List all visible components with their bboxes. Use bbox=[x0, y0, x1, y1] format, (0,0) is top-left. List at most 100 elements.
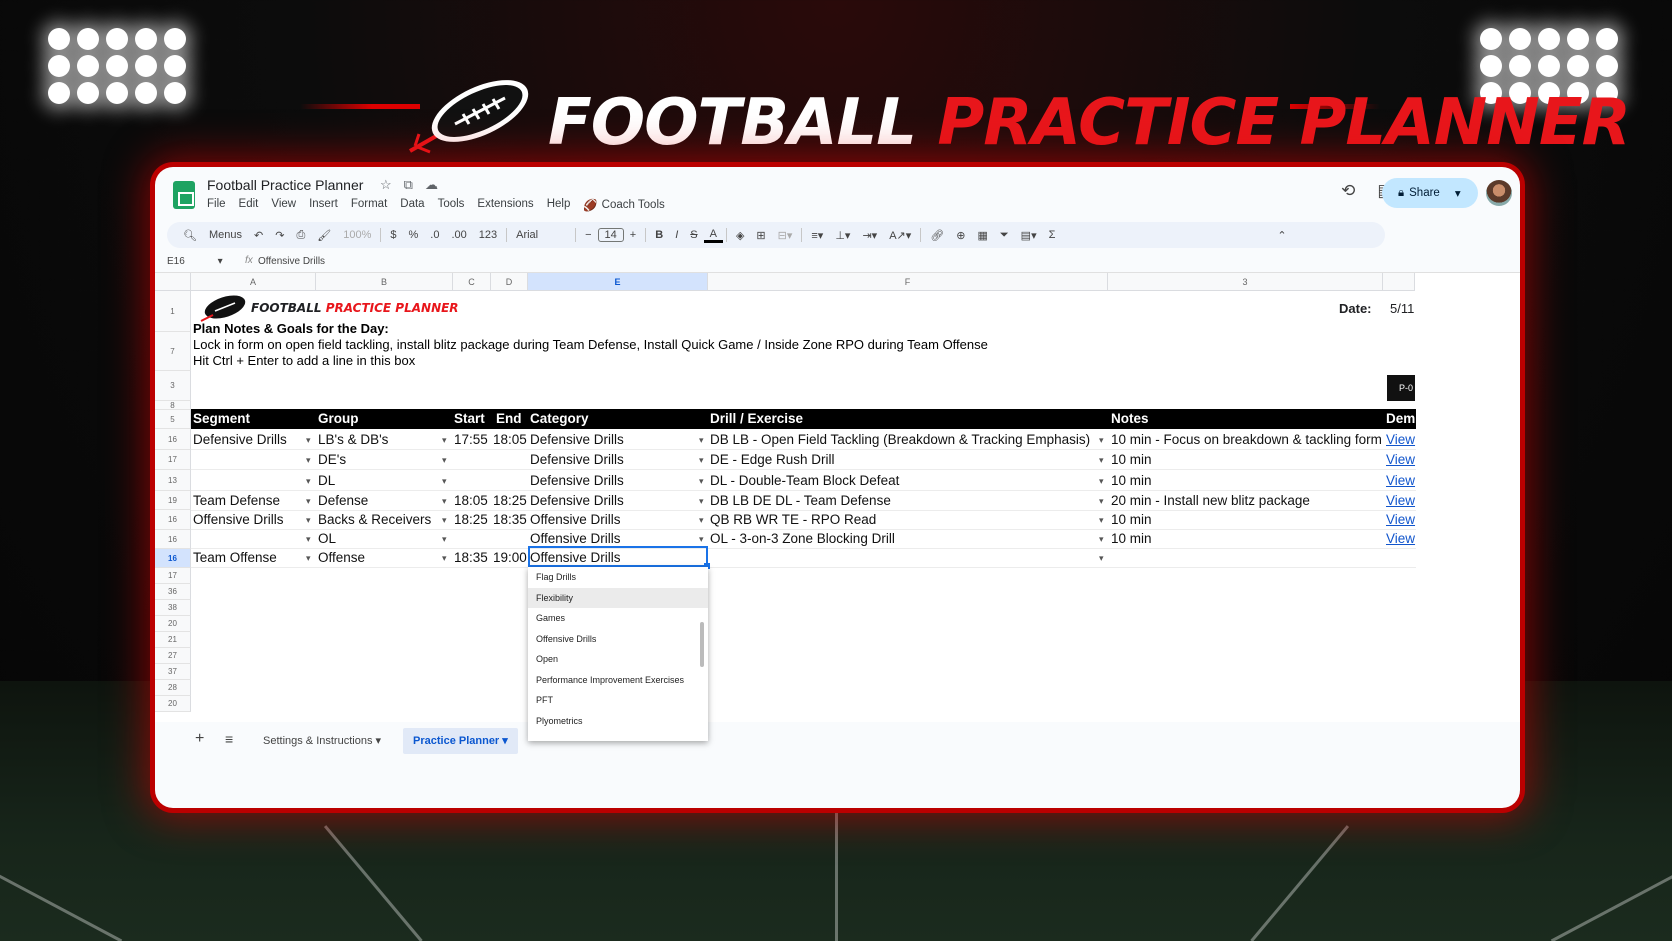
row-header[interactable]: 21 bbox=[155, 632, 191, 648]
chevron-down-icon[interactable]: ▾ bbox=[442, 496, 447, 507]
cell-drill[interactable]: DB LB DE DL - Team Defense bbox=[710, 493, 891, 508]
cell-group[interactable]: OL bbox=[318, 531, 336, 546]
chevron-down-icon[interactable]: ▾ bbox=[1099, 534, 1104, 545]
formula-input[interactable]: Offensive Drills bbox=[258, 256, 325, 267]
view-link[interactable]: View bbox=[1386, 473, 1415, 488]
row-header[interactable]: 37 bbox=[155, 664, 191, 680]
cell-start[interactable]: 18:25 bbox=[454, 512, 488, 527]
paint-format-icon[interactable]: 🖌︎ bbox=[311, 229, 337, 242]
menu-insert[interactable]: Insert bbox=[309, 198, 338, 212]
row-header[interactable]: 16 bbox=[155, 510, 191, 530]
cell-segment[interactable]: Team Defense bbox=[193, 493, 280, 508]
share-button[interactable]: 🔒︎ Share ▾ bbox=[1382, 178, 1478, 208]
cell-segment[interactable]: Offensive Drills bbox=[193, 512, 284, 527]
redo-icon[interactable]: ↷ bbox=[269, 229, 290, 242]
print-icon[interactable]: ⎙ bbox=[290, 229, 311, 242]
row-header[interactable]: 16 bbox=[155, 429, 191, 450]
chevron-down-icon[interactable]: ▾ bbox=[1099, 455, 1104, 466]
chevron-down-icon[interactable]: ▾ bbox=[442, 476, 447, 487]
italic-button[interactable]: I bbox=[669, 229, 684, 241]
increase-decimal-button[interactable]: .00 bbox=[445, 229, 472, 241]
dropdown-scrollbar[interactable] bbox=[700, 622, 704, 667]
cell-notes[interactable]: 10 min bbox=[1111, 531, 1152, 546]
cell-category[interactable]: Offensive Drills bbox=[530, 531, 621, 546]
row-header[interactable]: 20 bbox=[155, 616, 191, 632]
strikethrough-button[interactable]: S bbox=[684, 229, 703, 241]
cell-end[interactable]: 18:35 bbox=[493, 512, 527, 527]
cell-notes[interactable]: 20 min - Install new blitz package bbox=[1111, 493, 1310, 508]
plus-icon[interactable]: + bbox=[624, 229, 642, 241]
cell-drill[interactable]: DL - Double-Team Block Defeat bbox=[710, 473, 899, 488]
filter-icon[interactable]: ⏷ bbox=[994, 229, 1015, 242]
currency-button[interactable]: $ bbox=[384, 229, 402, 241]
chevron-down-icon[interactable]: ▾ bbox=[218, 256, 223, 267]
all-sheets-icon[interactable]: ≡ bbox=[225, 731, 233, 747]
link-icon[interactable]: 🔗︎ bbox=[924, 229, 950, 242]
menu-data[interactable]: Data bbox=[400, 198, 424, 212]
dropdown-option[interactable]: Flexibility bbox=[528, 587, 708, 608]
avatar[interactable] bbox=[1486, 180, 1512, 206]
cell-category[interactable]: Defensive Drills bbox=[530, 432, 624, 447]
cell-end[interactable]: 18:25 bbox=[493, 493, 527, 508]
menu-edit[interactable]: Edit bbox=[239, 198, 259, 212]
row-header[interactable]: 27 bbox=[155, 648, 191, 664]
zoom-select[interactable]: 100% bbox=[337, 229, 377, 241]
row-header[interactable]: 7 bbox=[155, 332, 191, 371]
number-format-button[interactable]: 123 bbox=[473, 229, 503, 241]
column-header-b[interactable]: B bbox=[316, 273, 453, 291]
column-header-h[interactable] bbox=[1383, 273, 1415, 291]
chevron-down-icon[interactable]: ▾ bbox=[1099, 515, 1104, 526]
sheets-logo-icon[interactable] bbox=[173, 181, 195, 209]
collapse-toolbar-icon[interactable]: ⌃ bbox=[1271, 229, 1292, 242]
dropdown-option[interactable]: Plyometrics bbox=[528, 711, 708, 732]
chevron-down-icon[interactable]: ▾ bbox=[306, 435, 311, 446]
row-header[interactable]: 1 bbox=[155, 291, 191, 332]
cell-start[interactable]: 17:55 bbox=[454, 432, 488, 447]
column-header-c[interactable]: C bbox=[453, 273, 491, 291]
cell-group[interactable]: Offense bbox=[318, 550, 365, 565]
chevron-down-icon[interactable]: ▾ bbox=[699, 515, 704, 526]
menu-view[interactable]: View bbox=[271, 198, 296, 212]
column-header-g[interactable]: 3 bbox=[1108, 273, 1383, 291]
chevron-down-icon[interactable]: ▾ bbox=[502, 735, 508, 747]
dropdown-option[interactable]: Offensive Drills bbox=[528, 629, 708, 650]
percent-button[interactable]: % bbox=[402, 229, 424, 241]
tab-practice-planner[interactable]: Practice Planner ▾ bbox=[403, 728, 518, 754]
chevron-down-icon[interactable]: ▾ bbox=[1099, 435, 1104, 446]
undo-icon[interactable]: ↶ bbox=[248, 229, 269, 242]
cell-drill[interactable]: DE - Edge Rush Drill bbox=[710, 452, 835, 467]
cell-drill[interactable]: QB RB WR TE - RPO Read bbox=[710, 512, 876, 527]
cell-notes[interactable]: 10 min bbox=[1111, 512, 1152, 527]
dropdown-option[interactable]: Open bbox=[528, 649, 708, 670]
cloud-status-icon[interactable]: ☁ bbox=[425, 177, 438, 193]
view-link[interactable]: View bbox=[1386, 432, 1415, 447]
menu-file[interactable]: File bbox=[207, 198, 226, 212]
chevron-down-icon[interactable]: ▾ bbox=[1455, 186, 1461, 200]
row-header[interactable]: 36 bbox=[155, 584, 191, 600]
dropdown-option[interactable]: Flag Drills bbox=[528, 567, 708, 588]
cell-group[interactable]: DE's bbox=[318, 452, 346, 467]
bold-button[interactable]: B bbox=[649, 229, 669, 241]
cell-notes[interactable]: 10 min bbox=[1111, 473, 1152, 488]
chevron-down-icon[interactable]: ▾ bbox=[699, 534, 704, 545]
chevron-down-icon[interactable]: ▾ bbox=[1099, 496, 1104, 507]
plan-notes[interactable]: Plan Notes & Goals for the Day: Lock in … bbox=[193, 321, 988, 369]
cell-group[interactable]: Backs & Receivers bbox=[318, 512, 431, 527]
menu-extensions[interactable]: Extensions bbox=[477, 198, 533, 212]
dropdown-option[interactable]: PFT bbox=[528, 690, 708, 711]
chevron-down-icon[interactable]: ▾ bbox=[376, 735, 382, 747]
font-size-input[interactable]: 14 bbox=[597, 228, 624, 242]
cell-category[interactable]: Offensive Drills bbox=[530, 512, 621, 527]
select-all-corner[interactable] bbox=[155, 273, 191, 291]
dropdown-option[interactable]: Games bbox=[528, 608, 708, 629]
cell-notes[interactable]: 10 min bbox=[1111, 452, 1152, 467]
cell-notes[interactable]: 10 min - Focus on breakdown & tackling f… bbox=[1111, 432, 1382, 447]
cell-group[interactable]: DL bbox=[318, 473, 335, 488]
selected-cell[interactable] bbox=[528, 546, 710, 569]
chevron-down-icon[interactable]: ▾ bbox=[699, 496, 704, 507]
filter-views-icon[interactable]: ▤▾ bbox=[1015, 229, 1043, 242]
menu-format[interactable]: Format bbox=[351, 198, 387, 212]
text-color-button[interactable]: A bbox=[703, 228, 723, 243]
column-header-a[interactable]: A bbox=[191, 273, 316, 291]
star-icon[interactable]: ☆ bbox=[380, 177, 392, 193]
